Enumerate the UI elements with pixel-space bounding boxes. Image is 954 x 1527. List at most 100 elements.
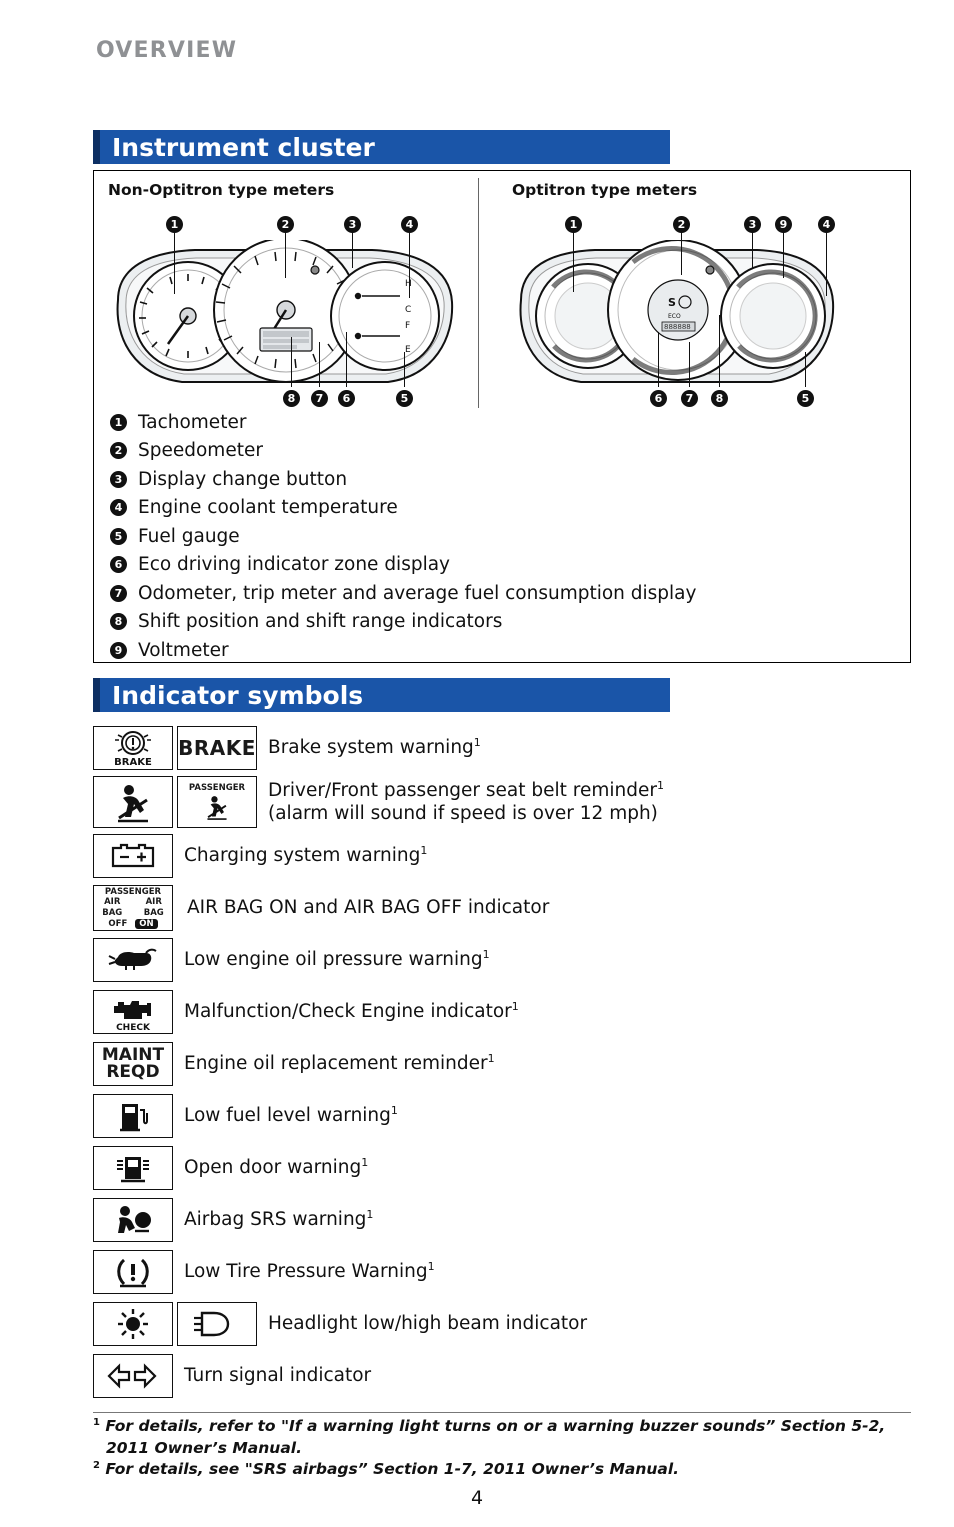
leader-right-5 xyxy=(805,352,807,387)
table-row: Turn signal indicator xyxy=(93,1350,911,1402)
indicator-label: Headlight low/high beam indicator xyxy=(268,1312,587,1335)
legend-label: Shift position and shift range indicator… xyxy=(138,611,503,633)
leader-right-7 xyxy=(689,342,691,387)
indicator-label: Low Tire Pressure Warning1 xyxy=(184,1260,435,1283)
table-row: CHECK Malfunction/Check Engine indicator… xyxy=(93,986,911,1038)
legend-item: 6 Eco driving indicator zone display xyxy=(110,551,810,580)
airbag-passenger-text: PASSENGER xyxy=(104,886,162,897)
headlight-high-beam-icon xyxy=(177,1302,257,1346)
leader-left-3 xyxy=(352,230,354,268)
table-row: Low engine oil pressure warning1 xyxy=(93,934,911,986)
turn-signal-icon xyxy=(93,1354,173,1398)
footnote-marker: 1 xyxy=(366,1208,374,1222)
indicator-label-line2: (alarm will sound if speed is over 12 mp… xyxy=(268,803,658,825)
callout-right-5: 5 xyxy=(797,387,814,407)
footnote-1-line2: 2011 Owner’s Manual. xyxy=(106,1438,302,1457)
svg-text:F: F xyxy=(405,321,410,331)
indicator-label: Driver/Front passenger seat belt reminde… xyxy=(268,779,664,825)
indicator-label: Malfunction/Check Engine indicator1 xyxy=(184,1000,519,1023)
svg-text:BRAKE: BRAKE xyxy=(114,757,152,768)
airbag-left-text: AIR BAG xyxy=(102,897,123,918)
seatbelt-reminder-icon xyxy=(93,776,173,828)
oil-pressure-icon xyxy=(93,938,173,982)
table-row: Charging system warning1 xyxy=(93,830,911,882)
footnote-1-line2-wrap: 2011 Owner’s Manual. xyxy=(93,1438,923,1459)
legend-item: 3 Display change button xyxy=(110,465,810,494)
legend-item: 1 Tachometer xyxy=(110,408,810,437)
table-row: MAINT REQD Engine oil replacement reminde… xyxy=(93,1038,911,1090)
panel-divider xyxy=(478,178,479,408)
table-row: Low Tire Pressure Warning1 xyxy=(93,1246,911,1298)
legend-bullet: 1 xyxy=(110,413,127,431)
section-title-instrument-cluster: Instrument cluster xyxy=(93,130,670,164)
battery-charging-icon xyxy=(93,834,173,878)
legend-label: Display change button xyxy=(138,468,348,490)
page-number: 4 xyxy=(470,1487,484,1509)
callout-right-3: 3 xyxy=(744,213,761,233)
indicator-label: Airbag SRS warning1 xyxy=(184,1208,373,1231)
footnote-2: 2 For details, see "SRS airbags” Section… xyxy=(93,1459,923,1481)
section-title-text: Indicator symbols xyxy=(112,680,364,710)
leader-right-1 xyxy=(573,230,575,292)
legend-bullet: 3 xyxy=(110,470,127,488)
footnote-2-line1: For details, see "SRS airbags” Section 1… xyxy=(105,1460,680,1479)
footnote-1: 1 For details, refer to "If a warning li… xyxy=(93,1416,923,1438)
footnote-1-line1: For details, refer to "If a warning ligh… xyxy=(105,1417,886,1436)
legend-bullet: 4 xyxy=(110,499,127,517)
maint-reqd-icon: MAINT REQD xyxy=(93,1042,173,1086)
legend-item: 5 Fuel gauge xyxy=(110,522,810,551)
callout-left-2: 2 xyxy=(277,213,294,233)
optitron-subtitle: Optitron type meters xyxy=(512,181,698,199)
footnote-1-marker: 1 xyxy=(93,1417,100,1428)
page-title: OVERVIEW xyxy=(96,38,238,63)
headlight-low-beam-icon xyxy=(93,1302,173,1346)
svg-text:ECO: ECO xyxy=(668,313,681,320)
legend-bullet: 9 xyxy=(110,641,127,659)
callout-right-9: 9 xyxy=(775,213,792,233)
footnote-marker: 1 xyxy=(482,948,490,962)
callout-right-7: 7 xyxy=(681,387,698,407)
leader-left-4 xyxy=(409,230,411,298)
brake-warning-icon: BRAKE xyxy=(93,726,173,770)
legend-label: Engine coolant temperature xyxy=(138,497,398,519)
footnote-2-marker: 2 xyxy=(93,1459,100,1471)
leader-right-4 xyxy=(826,230,828,296)
indicator-label-text: Brake system warning xyxy=(268,737,474,759)
footnote-divider xyxy=(93,1412,911,1413)
leader-left-5 xyxy=(404,352,406,387)
callout-left-1: 1 xyxy=(166,213,183,233)
table-row: Low fuel level warning1 xyxy=(93,1090,911,1142)
legend-item: 4 Engine coolant temperature xyxy=(110,494,810,523)
table-row: Airbag SRS warning1 xyxy=(93,1194,911,1246)
legend-bullet: 7 xyxy=(110,584,127,602)
indicator-label: Low fuel level warning1 xyxy=(184,1104,398,1127)
callout-left-6: 6 xyxy=(338,387,355,407)
footnotes: 1 For details, refer to "If a warning li… xyxy=(93,1416,923,1480)
optitron-cluster-illustration: S ECO 888888 xyxy=(519,240,835,383)
callout-right-1: 1 xyxy=(565,213,582,233)
callout-right-6: 6 xyxy=(650,387,667,407)
indicator-label: Low engine oil pressure warning1 xyxy=(184,948,490,971)
open-door-icon xyxy=(93,1146,173,1190)
indicator-label: Turn signal indicator xyxy=(184,1364,371,1387)
brake-word-text: BRAKE xyxy=(178,736,256,760)
indicator-label: AIR BAG ON and AIR BAG OFF indicator xyxy=(187,896,549,919)
svg-text:S: S xyxy=(668,296,676,309)
indicator-label: Brake system warning1 xyxy=(268,736,481,759)
indicator-label-text: Malfunction/Check Engine indicator xyxy=(184,1001,512,1023)
indicator-label-text: Low Tire Pressure Warning xyxy=(184,1261,428,1283)
leader-right-9 xyxy=(783,230,785,278)
indicator-label-text: AIR BAG ON and AIR BAG OFF indicator xyxy=(187,897,550,919)
indicator-label: Charging system warning1 xyxy=(184,844,427,867)
check-engine-icon: CHECK xyxy=(93,990,173,1034)
legend-item: 2 Speedometer xyxy=(110,437,810,466)
legend-item: 9 Voltmeter xyxy=(110,636,810,665)
section-title-indicator-symbols: Indicator symbols xyxy=(93,678,670,712)
maint-reqd-text: MAINT REQD xyxy=(101,1044,165,1082)
legend-bullet: 6 xyxy=(110,556,127,574)
indicator-label-text: Headlight low/high beam indicator xyxy=(268,1313,588,1335)
section-title-text: Instrument cluster xyxy=(112,132,375,162)
tire-pressure-icon xyxy=(93,1250,173,1294)
leader-right-8 xyxy=(719,315,721,387)
indicator-label-text: Engine oil replacement reminder xyxy=(184,1053,488,1075)
